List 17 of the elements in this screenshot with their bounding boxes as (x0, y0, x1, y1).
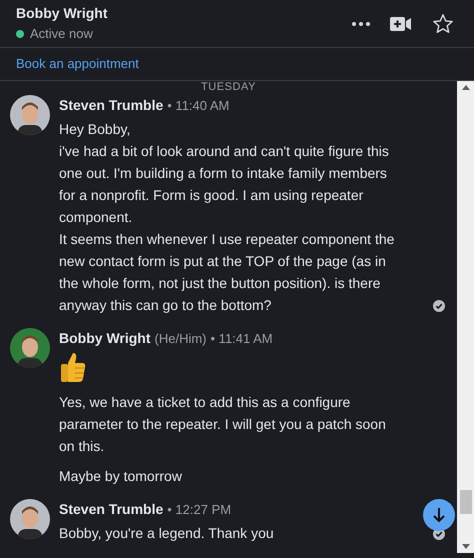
message-text: Bobby, you're a legend. Thank you (59, 524, 275, 543)
date-divider: TUESDAY (201, 81, 256, 93)
message-time: • 11:40 AM (167, 96, 230, 115)
contact-name: Bobby Wright (16, 4, 108, 24)
message-text: It seems then whenever I use repeater component the new contact form is put at the TOP of the page (as in the whole form, not just the button position). is there anyway this can go to the bottom? (59, 230, 396, 315)
author-name: Steven Trumble (59, 96, 164, 115)
author-name: Steven Trumble (59, 500, 164, 519)
book-appointment-link[interactable]: Book an appointment (16, 54, 139, 74)
message-text: Hey Bobby, (59, 120, 132, 139)
message-text: i've had a bit of look around and can't quite figure this one out. I'm building a form to intake family members for a nonprofit. Form is good. I am using repeater component. (59, 142, 390, 227)
pronouns: (He/Him) (154, 330, 207, 348)
message-text: Yes, we have a ticket to add this as a configure parameter to the repeater. I will get you a patch soon on this. (59, 393, 387, 456)
message-time: • 11:41 AM (210, 330, 273, 348)
status-text: Active now (30, 25, 93, 44)
author-name: Bobby Wright (59, 329, 151, 348)
message-text: Maybe by tomorrow (59, 467, 183, 486)
message-time: • 12:27 PM (167, 500, 232, 519)
